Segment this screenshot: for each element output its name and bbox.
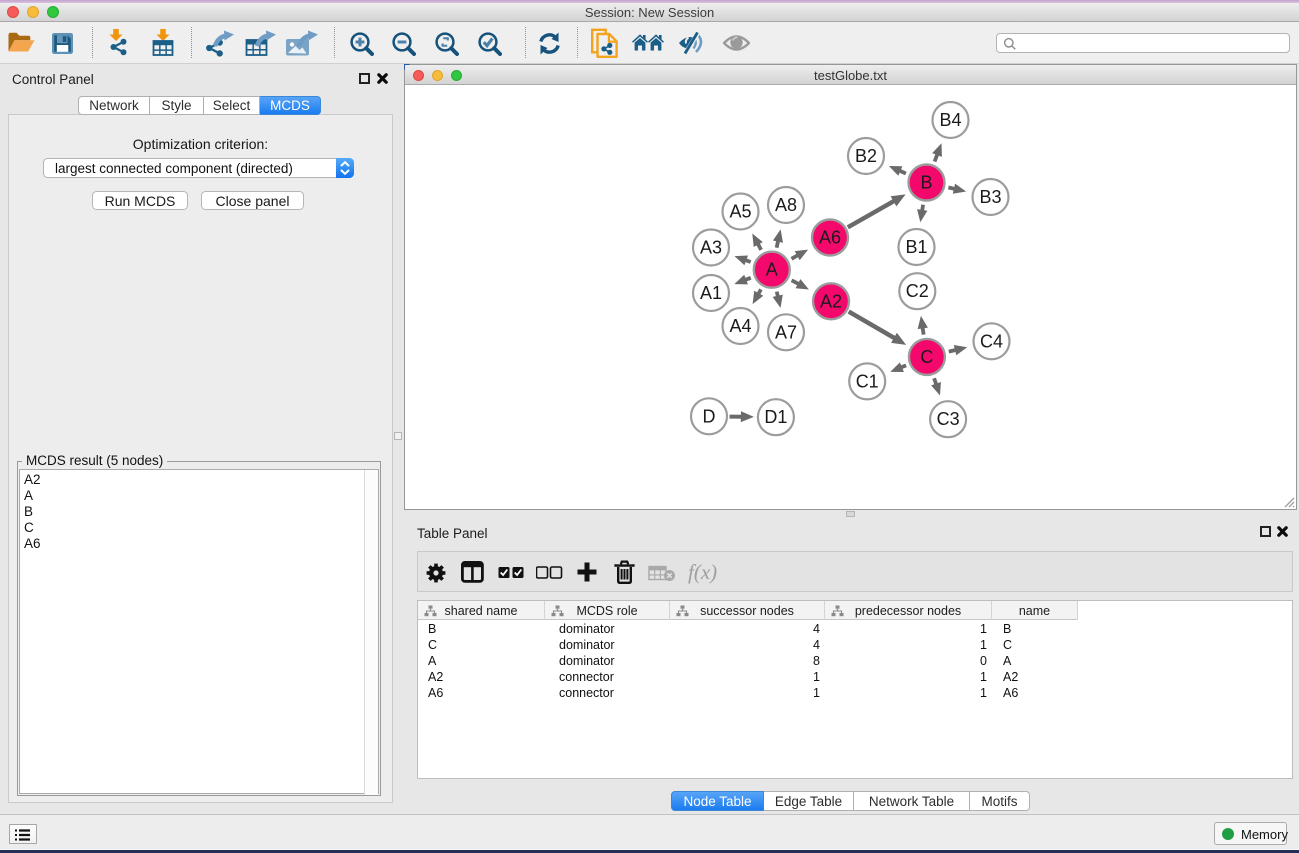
svg-text:A2: A2 [820,291,842,311]
svg-text:C1: C1 [856,371,879,391]
svg-text:B: B [920,173,932,193]
svg-text:A7: A7 [775,322,797,342]
svg-text:A4: A4 [729,316,751,336]
svg-text:A8: A8 [775,195,797,215]
svg-text:A5: A5 [729,202,751,222]
svg-text:B3: B3 [979,187,1001,207]
svg-text:C2: C2 [906,281,929,301]
svg-text:D1: D1 [764,407,787,427]
svg-text:C: C [920,347,933,367]
svg-text:A6: A6 [819,228,841,248]
svg-text:C4: C4 [980,331,1003,351]
svg-text:B2: B2 [855,146,877,166]
svg-text:A1: A1 [700,283,722,303]
svg-text:B4: B4 [939,110,961,130]
svg-text:D: D [703,406,716,426]
svg-text:A: A [766,260,778,280]
svg-text:A3: A3 [700,238,722,258]
svg-text:C3: C3 [937,409,960,429]
svg-text:B1: B1 [905,237,927,257]
